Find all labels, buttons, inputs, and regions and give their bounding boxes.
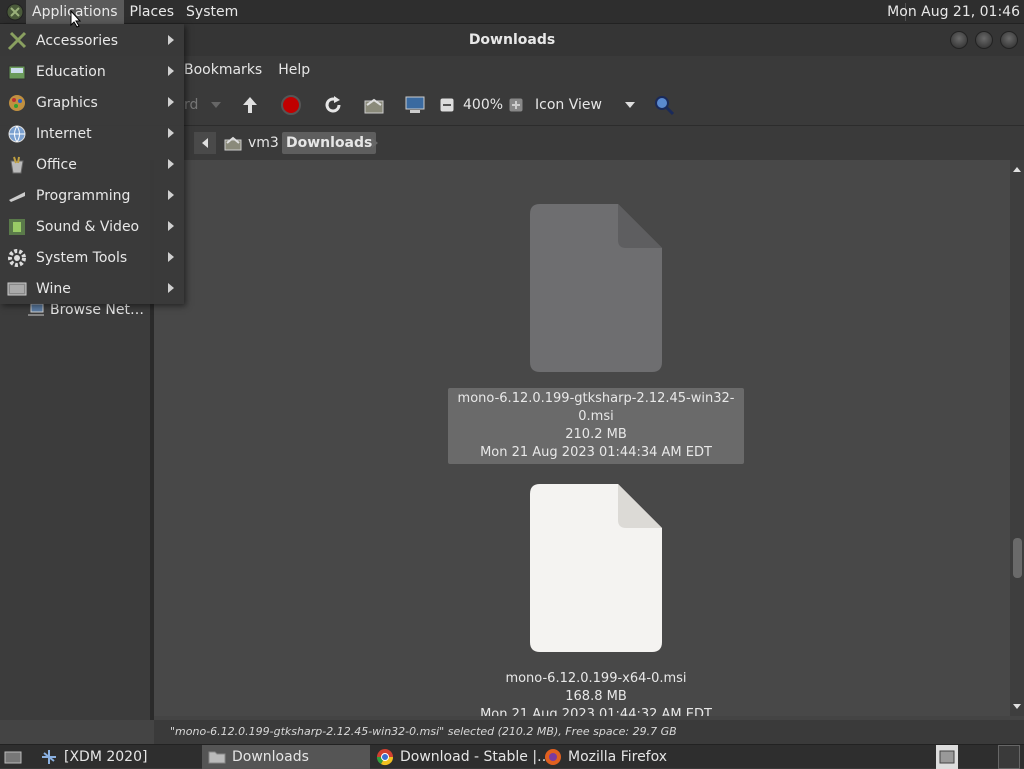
taskbar-item-label: Download - Stable |…: [400, 749, 552, 765]
zoom-level: 400%: [463, 97, 504, 113]
menu-item-sound-video[interactable]: Sound & Video: [0, 211, 184, 242]
forward-button[interactable]: rd: [184, 93, 198, 117]
folder-icon: [208, 751, 226, 764]
workspace-2[interactable]: [998, 745, 1020, 769]
stop-icon[interactable]: [281, 93, 301, 117]
taskbar-item-downloads[interactable]: Downloads: [202, 745, 370, 769]
scroll-down-icon: [1013, 704, 1021, 709]
taskbar-item-firefox[interactable]: Mozilla Firefox: [540, 745, 667, 769]
taskbar-item-chrome[interactable]: Download - Stable |…: [372, 745, 551, 769]
up-arrow-icon[interactable]: [240, 93, 260, 117]
sidebar-item-browse-network[interactable]: Browse Net…: [28, 302, 144, 318]
file-icon: [530, 204, 662, 372]
taskbar-item-label: Mozilla Firefox: [568, 749, 668, 765]
show-desktop-icon[interactable]: [2, 745, 24, 769]
file-icon: [530, 484, 662, 652]
menu-item-label: Programming: [36, 187, 131, 204]
menu-item-programming[interactable]: Programming: [0, 180, 184, 211]
file-size: 168.8 MB: [565, 689, 627, 704]
path-crumb-vm3[interactable]: vm3: [220, 132, 283, 154]
sidebar-item-label: Browse Net…: [50, 302, 145, 318]
taskbar-item-label: [XDM 2020]: [64, 749, 148, 765]
menu-item-internet[interactable]: Internet: [0, 118, 184, 149]
chrome-icon: [376, 749, 394, 766]
wine-icon: [6, 278, 28, 300]
file-date: Mon 21 Aug 2023 01:44:34 AM EDT: [480, 445, 712, 460]
menu-item-graphics[interactable]: Graphics: [0, 87, 184, 118]
programming-icon: [6, 185, 28, 207]
file-date: Mon 21 Aug 2023 01:44:32 AM EDT: [480, 707, 712, 716]
file-view[interactable]: mono-6.12.0.199-gtksharp-2.12.45-win32-0…: [154, 160, 1010, 716]
scrollbar-thumb[interactable]: [1013, 538, 1022, 578]
zoom-out-icon[interactable]: [440, 93, 454, 117]
view-mode-dropdown-icon[interactable]: [624, 93, 636, 117]
forward-dropdown-icon[interactable]: [210, 93, 222, 117]
file-label: mono-6.12.0.199-x64-0.msi 168.8 MB Mon 2…: [448, 668, 744, 716]
xdm-icon: [42, 750, 56, 764]
taskbar-item-label: Downloads: [232, 749, 309, 765]
close-button[interactable]: [1000, 31, 1018, 49]
menu-item-label: Accessories: [36, 32, 119, 49]
path-back-icon[interactable]: [194, 132, 216, 154]
file-name: mono-6.12.0.199-x64-0.msi: [505, 671, 687, 686]
path-crumb-vm3-label: vm3: [248, 135, 279, 151]
minimize-button[interactable]: [950, 31, 968, 49]
status-bar: "mono-6.12.0.199-gtksharp-2.12.45-win32-…: [154, 720, 1024, 744]
clock[interactable]: Mon Aug 21, 01:46: [887, 0, 1020, 24]
search-icon[interactable]: [653, 93, 675, 117]
system-menu[interactable]: System: [180, 0, 244, 24]
bottom-panel: [XDM 2020] Downloads Download - Stable |…: [0, 744, 1024, 769]
places-menu[interactable]: Places: [124, 0, 181, 24]
file-item[interactable]: mono-6.12.0.199-x64-0.msi 168.8 MB Mon 2…: [448, 484, 744, 716]
file-name: mono-6.12.0.199-gtksharp-2.12.45-win32-0…: [457, 391, 735, 424]
vertical-scrollbar[interactable]: [1010, 160, 1024, 716]
mouse-cursor-icon: [70, 10, 82, 28]
computer-icon[interactable]: [404, 93, 426, 117]
reload-icon[interactable]: [322, 93, 344, 117]
menu-item-label: Office: [36, 156, 77, 173]
taskbar-item-xdm[interactable]: [XDM 2020]: [36, 745, 147, 769]
applications-dropdown: Accessories Education Graphics Internet …: [0, 24, 184, 304]
workspace-window-icon: [939, 750, 955, 764]
accessories-icon: [6, 30, 28, 52]
home-icon[interactable]: [363, 93, 385, 117]
menu-item-office[interactable]: Office: [0, 149, 184, 180]
file-size: 210.2 MB: [565, 427, 627, 442]
menu-item-education[interactable]: Education: [0, 56, 184, 87]
menu-item-label: Graphics: [36, 94, 98, 111]
workspace-1[interactable]: [936, 745, 958, 769]
menu-bookmarks[interactable]: Bookmarks: [176, 62, 270, 78]
applications-logo-icon[interactable]: [4, 1, 26, 23]
menu-item-label: Education: [36, 63, 106, 80]
sound-video-icon: [6, 216, 28, 238]
menu-item-system-tools[interactable]: System Tools: [0, 242, 184, 273]
education-icon: [6, 61, 28, 83]
menu-item-label: Internet: [36, 125, 92, 142]
graphics-icon: [6, 92, 28, 114]
firefox-icon: [545, 749, 561, 765]
file-label: mono-6.12.0.199-gtksharp-2.12.45-win32-0…: [448, 388, 744, 464]
menu-item-accessories[interactable]: Accessories: [0, 25, 184, 56]
office-icon: [6, 154, 28, 176]
globe-icon: [6, 123, 28, 145]
menu-item-label: Sound & Video: [36, 218, 140, 235]
file-item[interactable]: mono-6.12.0.199-gtksharp-2.12.45-win32-0…: [448, 204, 744, 464]
menu-help[interactable]: Help: [270, 62, 318, 78]
view-mode-select[interactable]: Icon View: [535, 93, 602, 117]
path-forward-icon[interactable]: [367, 132, 383, 154]
top-panel: Applications Places System Mon Aug 21, 0…: [0, 0, 1024, 24]
scroll-up-icon: [1013, 167, 1021, 172]
maximize-button[interactable]: [975, 31, 993, 49]
network-icon: [28, 303, 44, 316]
gear-icon: [6, 247, 28, 269]
menu-item-label: System Tools: [36, 249, 128, 266]
zoom-in-icon[interactable]: [509, 93, 523, 117]
path-crumb-downloads[interactable]: Downloads: [282, 132, 377, 154]
menu-item-label: Wine: [36, 280, 71, 297]
menu-item-wine[interactable]: Wine: [0, 273, 184, 304]
